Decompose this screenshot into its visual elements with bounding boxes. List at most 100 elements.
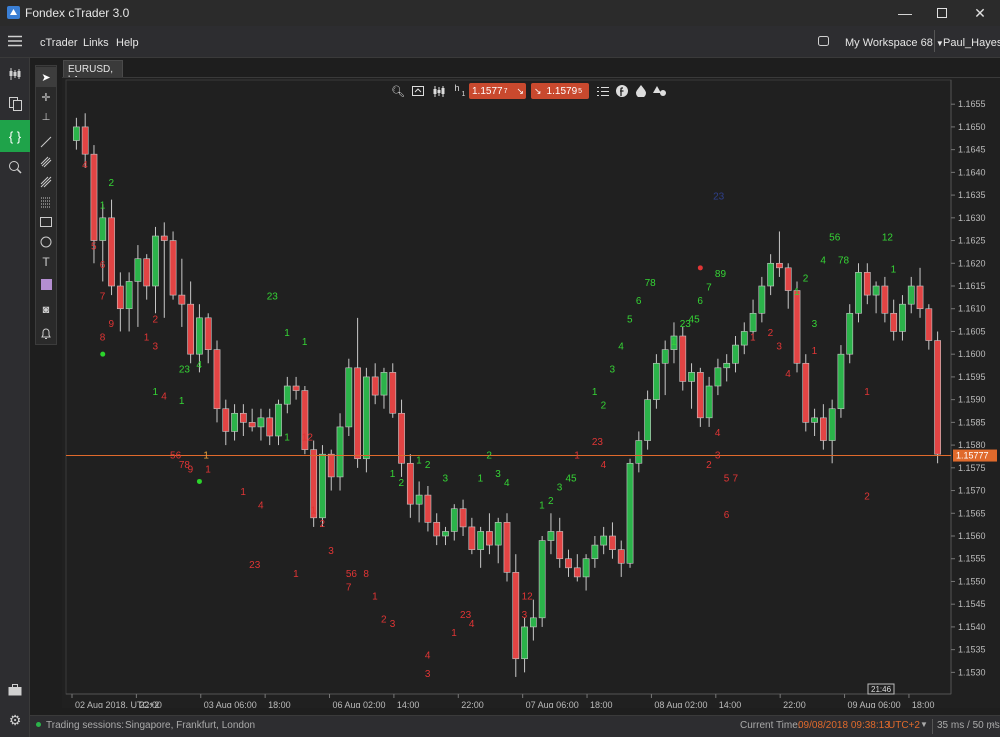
alert-tool[interactable] xyxy=(36,324,56,344)
candle-body xyxy=(723,362,731,369)
left-sidebar: { } ⚙ xyxy=(0,58,30,737)
sidebar-trade-button[interactable] xyxy=(0,61,30,87)
wave-label-red: 1 xyxy=(750,333,756,344)
rectangle-icon xyxy=(40,217,52,227)
timezone-value[interactable]: UTC+2 xyxy=(888,720,920,731)
rectangle-tool[interactable] xyxy=(36,212,56,232)
sell-price: 1.1577 xyxy=(472,85,503,97)
trendline-tool[interactable] xyxy=(36,132,56,152)
hamburger-menu-button[interactable] xyxy=(8,35,22,50)
positions-list-button[interactable] xyxy=(595,83,611,99)
minimize-button[interactable]: — xyxy=(885,0,925,26)
candle-body xyxy=(758,285,766,314)
candle-body xyxy=(732,344,739,364)
ellipse-tool[interactable] xyxy=(36,232,56,252)
candle-body xyxy=(450,508,458,532)
buy-button[interactable]: ↘ 1.1579 5 xyxy=(531,83,589,99)
candle-body xyxy=(415,494,423,505)
sidebar-copy-button[interactable] xyxy=(0,91,30,117)
candle-body xyxy=(371,376,379,396)
candle-body xyxy=(99,217,107,241)
sidebar-automate-button[interactable]: { } xyxy=(0,120,30,152)
timezone-dropdown-icon[interactable]: ▼ xyxy=(920,720,928,729)
candle-body xyxy=(231,412,238,432)
chart-type-button[interactable] xyxy=(430,83,446,99)
color-picker-tool[interactable] xyxy=(36,274,56,294)
sidebar-analyze-button[interactable] xyxy=(0,154,30,180)
sell-button[interactable]: 1.1577 7 ↘ xyxy=(469,83,526,99)
camera-icon: ◙ xyxy=(42,304,50,316)
candle-body xyxy=(565,558,572,569)
measure-tool[interactable]: ⊥ xyxy=(36,107,56,127)
candle-body xyxy=(152,235,159,287)
wave-label-green: 1 xyxy=(284,433,290,444)
object-manager-button[interactable] xyxy=(652,83,668,99)
chart-settings-button[interactable] xyxy=(410,83,426,99)
cursor-tool[interactable]: ➤ xyxy=(36,67,56,87)
divider xyxy=(932,719,933,734)
menu-ctrader[interactable]: cTrader xyxy=(40,37,78,49)
wave-label-green: 12 xyxy=(882,233,894,244)
chart-area[interactable]: 1.1655 1.1650 1.1645 1.1640 1.1635 1.1630 1.16… xyxy=(62,77,1000,708)
price-tick-label: 1.1530 xyxy=(958,667,986,677)
user-account-button[interactable]: Paul_Hayes xyxy=(943,37,1000,49)
wave-label-green: 6 xyxy=(697,296,703,307)
wave-label-red: 5 xyxy=(91,242,97,253)
close-button[interactable]: ✕ xyxy=(960,0,1000,26)
wave-label-red: 1 xyxy=(144,333,150,344)
indicators-button[interactable] xyxy=(633,83,649,99)
wave-label-red: 3 xyxy=(425,669,431,680)
time-tick-label: 22:00 xyxy=(783,700,806,708)
wave-label-red: 3 xyxy=(776,342,782,353)
candle-body xyxy=(319,453,326,519)
price-tick-label: 1.1590 xyxy=(958,395,986,405)
wave-label-green: 23 xyxy=(267,292,279,303)
timeframe-button[interactable]: h1 xyxy=(450,83,468,99)
text-tool[interactable]: T xyxy=(36,252,56,272)
workspace-dropdown[interactable]: My Workspace 68 ▼ xyxy=(845,37,944,49)
copy-icon xyxy=(8,97,22,111)
candle-body xyxy=(855,272,862,314)
sell-arrow-icon: ↘ xyxy=(516,85,525,96)
tab-eurusd-h1[interactable]: EURUSD, h1 xyxy=(63,60,123,86)
text-icon: T xyxy=(42,255,50,269)
wave-label-green: 1 xyxy=(891,264,897,275)
price-tick-label: 1.1640 xyxy=(958,167,986,177)
candle-body xyxy=(591,544,599,560)
sidebar-portfolio-button[interactable] xyxy=(0,677,30,703)
channel-tool[interactable] xyxy=(36,152,56,172)
pitchfork-tool[interactable] xyxy=(36,172,56,192)
candle-body xyxy=(239,412,247,423)
price-tick-label: 1.1565 xyxy=(958,508,986,518)
menu-help[interactable]: Help xyxy=(116,37,139,49)
candle-body xyxy=(749,312,757,332)
resize-grip-icon[interactable]: ⋰ xyxy=(988,720,997,730)
candle-body xyxy=(134,258,142,282)
screenshot-tool[interactable]: ◙ xyxy=(36,300,56,320)
wave-label-green: 1 xyxy=(416,455,422,466)
menu-links[interactable]: Links xyxy=(83,37,109,49)
wave-label-green: 1 xyxy=(671,337,677,348)
wave-label-red: 23 xyxy=(592,437,604,448)
candle-body xyxy=(626,462,634,564)
maximize-button[interactable] xyxy=(922,0,962,26)
crosshair-tool[interactable]: ✛ xyxy=(36,87,56,107)
social-button[interactable] xyxy=(614,83,630,99)
candle-body xyxy=(512,572,520,660)
facebook-icon xyxy=(616,85,628,97)
candle-body xyxy=(187,303,195,355)
wave-label-green: 2 xyxy=(601,401,607,412)
price-tick-label: 1.1630 xyxy=(958,213,986,223)
wave-label-green: 23 xyxy=(179,364,191,375)
timeframe-label: h xyxy=(454,83,460,93)
sidebar-settings-button[interactable]: ⚙ xyxy=(0,707,30,733)
candlestick-chart[interactable]: 1.1655 1.1650 1.1645 1.1640 1.1635 1.1630 1.16… xyxy=(62,78,1000,708)
candle-body xyxy=(635,440,643,464)
zoom-button[interactable]: 🔍︎ xyxy=(390,83,406,99)
fibonacci-tool[interactable] xyxy=(36,192,56,212)
candle-body xyxy=(547,531,555,541)
layout-toggle-button[interactable] xyxy=(818,36,829,49)
maximize-icon xyxy=(937,8,947,18)
close-icon: ✕ xyxy=(974,4,986,21)
drawing-toolbar: ➤ ✛ ⊥ T ◙ xyxy=(35,65,57,345)
